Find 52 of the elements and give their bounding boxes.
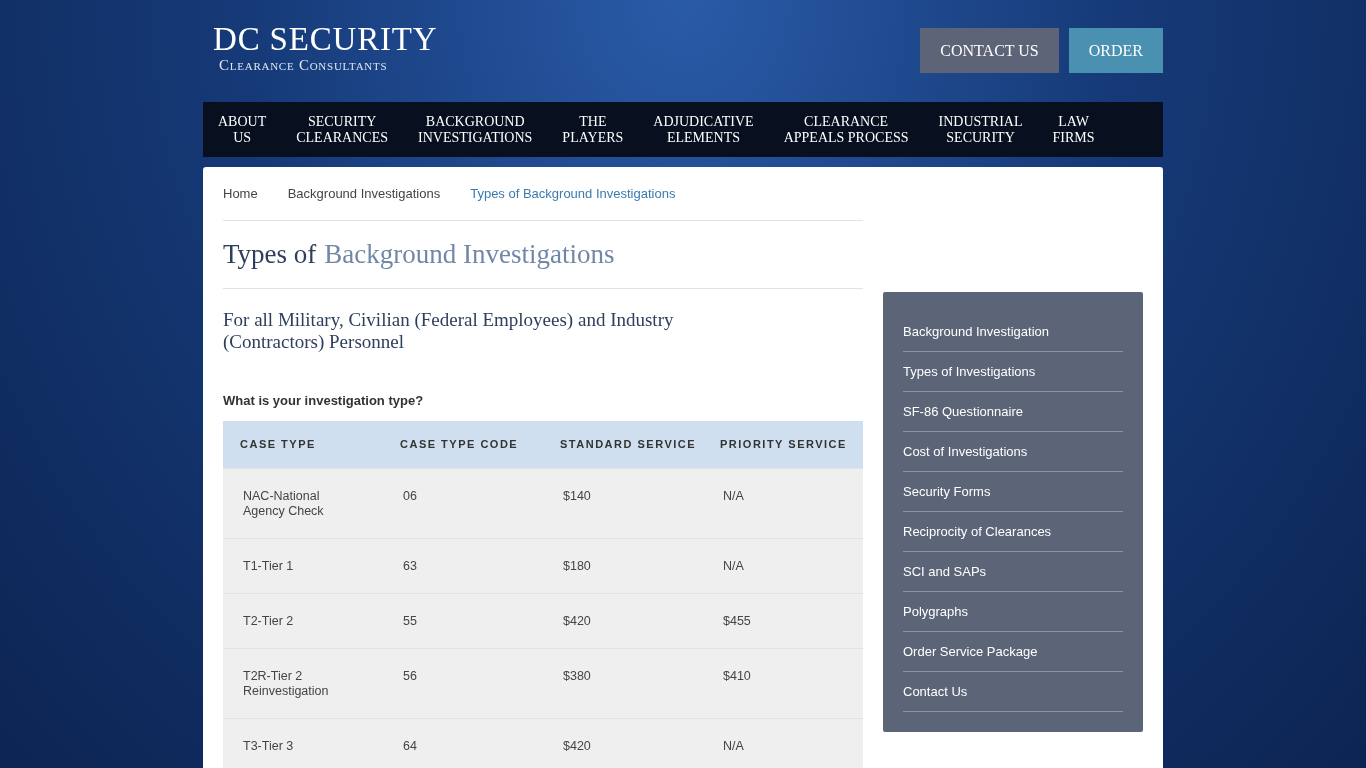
- table-cell: N/A: [703, 718, 863, 768]
- nav-link[interactable]: ABOUT US: [213, 113, 272, 146]
- sidebar-link[interactable]: Reciprocity of Clearances: [903, 512, 1123, 552]
- sidebar-link[interactable]: SF-86 Questionnaire: [903, 392, 1123, 432]
- page-subtitle: For all Military, Civilian (Federal Employees) and Industry (Contractors) Personnel: [223, 309, 675, 353]
- sidebar-link[interactable]: SCI and SAPs: [903, 552, 1123, 592]
- table-cell: T1-Tier 1: [223, 538, 383, 594]
- breadcrumb-link[interactable]: Types of Background Investigations: [470, 183, 676, 204]
- logo-subtitle: Clearance Consultants: [218, 56, 389, 74]
- nav-link[interactable]: CLEARANCE APPEALS PROCESS: [778, 113, 914, 146]
- table-cell: 56: [383, 648, 543, 719]
- table-cell: 63: [383, 538, 543, 594]
- nav-link[interactable]: INDUSTRIAL SECURITY: [933, 113, 1028, 146]
- table-cell: N/A: [703, 468, 863, 539]
- table-cell: $380: [543, 648, 703, 719]
- table-cell: NAC-National Agency Check: [223, 468, 383, 539]
- sidebar-link[interactable]: Cost of Investigations: [903, 432, 1123, 472]
- breadcrumb-link[interactable]: Background Investigations: [287, 183, 441, 204]
- column-header: CASE TYPE CODE: [383, 420, 543, 469]
- nav-link[interactable]: THE PLAYERS: [557, 113, 629, 146]
- table-cell: 55: [383, 593, 543, 649]
- table-cell: 06: [383, 468, 543, 539]
- question-text: What is your investigation type?: [223, 392, 425, 410]
- table-cell: T2R-Tier 2 Reinvestigation: [223, 648, 383, 719]
- table-cell: $455: [703, 593, 863, 649]
- table-cell: $140: [543, 468, 703, 539]
- nav-link[interactable]: LAW FIRMS: [1047, 113, 1100, 146]
- table-cell: $420: [543, 593, 703, 649]
- sidebar-link[interactable]: Security Forms: [903, 472, 1123, 512]
- order-button[interactable]: ORDER: [1068, 28, 1163, 73]
- nav-link[interactable]: BACKGROUND INVESTIGATIONS: [413, 113, 538, 146]
- contact-button[interactable]: CONTACT US: [920, 28, 1059, 73]
- table-cell: $420: [543, 718, 703, 768]
- table-cell: N/A: [703, 538, 863, 594]
- column-header: STANDARD SERVICE: [543, 420, 703, 469]
- breadcrumb-link[interactable]: Home: [223, 183, 258, 204]
- table-cell: T2-Tier 2: [223, 593, 383, 649]
- table-cell: $180: [543, 538, 703, 594]
- sidebar-link[interactable]: Types of Investigations: [903, 352, 1123, 392]
- column-header: PRIORITY SERVICE: [703, 420, 863, 469]
- nav-link[interactable]: ADJUDICATIVE ELEMENTS: [648, 113, 759, 146]
- sidebar-link[interactable]: Contact Us: [903, 672, 1123, 712]
- page-title: Types of Background Investigations: [223, 221, 863, 289]
- table-cell: $410: [703, 648, 863, 719]
- column-header: CASE TYPE: [223, 420, 383, 469]
- logo-title[interactable]: DC SECURITY: [213, 22, 438, 56]
- sidebar-link[interactable]: Polygraphs: [903, 592, 1123, 632]
- nav-link[interactable]: SECURITY CLEARANCES: [291, 113, 394, 146]
- table-cell: 64: [383, 718, 543, 768]
- sidebar-link[interactable]: Order Service Package: [903, 632, 1123, 672]
- sidebar-link[interactable]: Background Investigation: [903, 312, 1123, 352]
- table-cell: T3-Tier 3: [223, 718, 383, 768]
